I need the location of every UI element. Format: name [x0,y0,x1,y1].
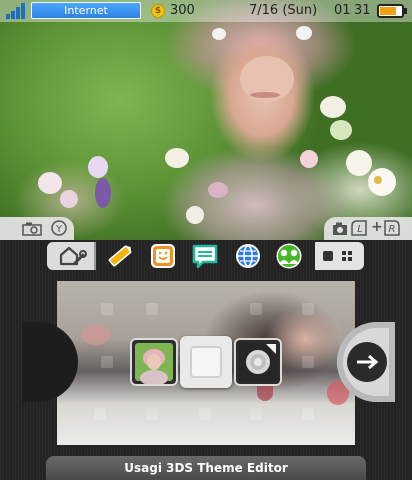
camera-l-r-button[interactable]: L + R [324,217,412,240]
view-toggle-button[interactable] [315,242,364,270]
arrow-right-icon [357,354,379,370]
home-menu-toolbar [0,240,412,274]
app-icon-theme-thumbnail[interactable] [132,340,176,386]
home-settings-icon [59,246,87,266]
top-screen: Internet $ 300 7/16 (Sun) 01 31 Y L + R [0,0,412,240]
play-coin-count: 300 [170,3,195,18]
l-button-icon: L [351,220,367,236]
theme-thumbnail-icon [135,343,173,386]
camera-icon [333,222,347,235]
wifi-signal-icon [6,3,28,19]
r-label: R [389,224,396,235]
empty-slot-icon [190,346,222,378]
status-bar: Internet $ 300 7/16 (Sun) 01 31 [0,0,412,22]
play-coin-icon: $ [151,4,165,18]
time-hours: 01 [334,3,351,18]
home-settings-button[interactable] [47,242,96,270]
camera-y-button[interactable]: Y [0,217,74,240]
battery-icon [377,4,407,18]
internet-status-badge: Internet [31,2,141,19]
y-button-label: Y [55,224,63,235]
date-display: 7/16 (Sun) [249,3,318,18]
r-button-icon: R [384,220,400,236]
footer-bar: Usagi 3DS Theme Editor [46,456,366,480]
camera-icon [22,222,42,236]
rose-thumbnail-icon [239,343,277,381]
time-minutes: 31 [354,3,371,18]
app-icon-empty-slot[interactable] [180,336,232,388]
y-button-icon: Y [51,220,67,236]
notes-icon[interactable] [106,243,134,269]
miiverse-icon[interactable] [149,243,177,269]
friend-list-icon[interactable] [274,243,304,269]
bottom-screen: Usagi 3DS Theme Editor [0,240,412,480]
notifications-icon[interactable] [191,243,219,269]
scroll-right-knob [347,342,387,382]
battery-level [380,7,396,15]
internet-browser-icon[interactable] [234,243,262,269]
l-label: L [357,224,363,235]
plus-icon: + [371,219,383,235]
theme-title: Usagi 3DS Theme Editor [124,461,288,475]
app-icon-rose-thumbnail[interactable] [236,340,280,384]
view-toggle-icon [315,242,364,270]
